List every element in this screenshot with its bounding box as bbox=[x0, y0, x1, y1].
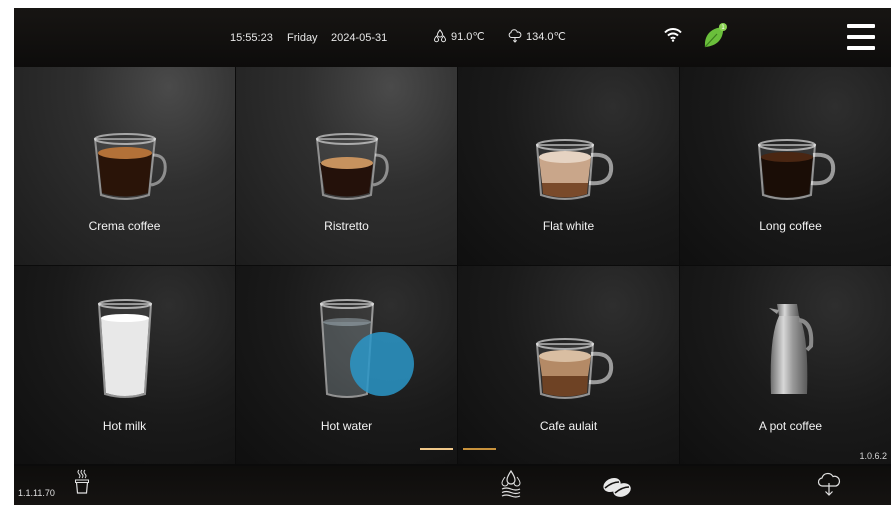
milk-glass-icon bbox=[97, 299, 152, 398]
steam-icon bbox=[508, 29, 522, 43]
svg-text:1: 1 bbox=[721, 24, 725, 31]
clock-date: 2024-05-31 bbox=[331, 32, 388, 44]
menu-button[interactable] bbox=[847, 24, 875, 50]
status-bar: 15:55:23 Friday 2024-05-31 91.0℃ 134.0℃ bbox=[14, 8, 891, 67]
app-screen: 15:55:23 Friday 2024-05-31 91.0℃ 134.0℃ bbox=[14, 8, 891, 505]
cup-icon[interactable] bbox=[74, 469, 90, 495]
drink-label: Long coffee bbox=[759, 219, 822, 233]
drink-label: A pot coffee bbox=[758, 419, 823, 433]
water-temperature: 91.0℃ bbox=[433, 29, 485, 43]
steam-icon[interactable] bbox=[817, 471, 841, 497]
drink-label: Flat white bbox=[542, 219, 595, 233]
water-drops-icon bbox=[433, 29, 447, 43]
eco-leaf-icon[interactable]: 1 bbox=[702, 22, 728, 50]
drink-tile-long-coffee[interactable]: Long coffee bbox=[680, 67, 891, 265]
drink-tile-hot-water[interactable]: Hot water bbox=[236, 266, 457, 464]
long-coffee-mug-icon bbox=[757, 139, 835, 200]
menu-bar-middle bbox=[847, 35, 875, 39]
water-heat-icon[interactable] bbox=[500, 470, 522, 498]
bottom-toolbar: 1.1.11.70 bbox=[14, 466, 891, 505]
touch-indicator bbox=[350, 332, 414, 396]
clock-time: 15:55:23 bbox=[230, 32, 273, 44]
ristretto-glass-cup-icon bbox=[315, 133, 389, 200]
page-indicator-1[interactable] bbox=[420, 448, 453, 450]
drink-label: Cafe aulait bbox=[539, 419, 598, 433]
drink-tile-flat-white[interactable]: Flat white bbox=[458, 67, 679, 265]
drink-label: Hot milk bbox=[102, 419, 147, 433]
clock-day: Friday bbox=[287, 32, 318, 44]
drink-label: Ristretto bbox=[324, 219, 369, 233]
drink-tile-hot-milk[interactable]: Hot milk bbox=[14, 266, 235, 464]
drink-tile-ristretto[interactable]: Ristretto bbox=[236, 67, 457, 265]
menu-bar-bottom bbox=[847, 46, 875, 50]
water-temp-value: 91.0℃ bbox=[451, 30, 485, 43]
coffee-beans-icon[interactable] bbox=[602, 476, 632, 498]
coffee-pot-icon bbox=[768, 304, 813, 394]
drink-tile-a-pot-coffee[interactable]: A pot coffee bbox=[680, 266, 891, 464]
cafe-au-lait-mug-icon bbox=[535, 338, 613, 399]
steam-temp-value: 134.0℃ bbox=[526, 30, 566, 43]
menu-bar-top bbox=[847, 24, 875, 28]
steam-temperature: 134.0℃ bbox=[508, 29, 566, 43]
wifi-icon bbox=[664, 28, 682, 42]
flat-white-mug-icon bbox=[535, 139, 613, 200]
drink-label: Crema coffee bbox=[88, 219, 161, 233]
drink-label: Hot water bbox=[320, 419, 373, 433]
firmware-version: 1.1.11.70 bbox=[18, 488, 55, 498]
drink-tile-cafe-aulait[interactable]: Cafe aulait bbox=[458, 266, 679, 464]
page-indicator-2[interactable] bbox=[463, 448, 496, 450]
espresso-glass-cup-icon bbox=[93, 133, 167, 200]
drink-grid: Crema coffee Ristretto Flat white Long c… bbox=[14, 67, 891, 466]
app-version: 1.0.6.2 bbox=[859, 451, 887, 461]
drink-tile-crema-coffee[interactable]: Crema coffee bbox=[14, 67, 235, 265]
